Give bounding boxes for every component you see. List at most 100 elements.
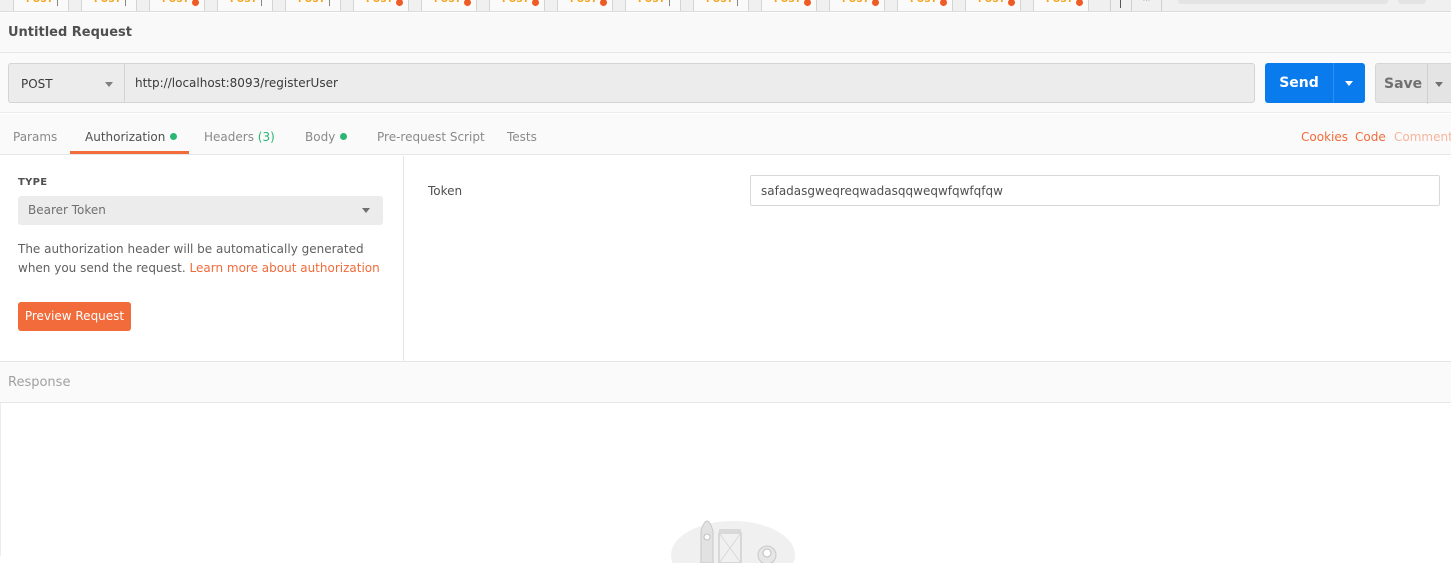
tab-separator bbox=[261, 0, 262, 6]
chevron-down-icon bbox=[362, 208, 370, 213]
unsaved-dot-icon bbox=[464, 0, 471, 6]
request-tab[interactable]: POST bbox=[761, 0, 817, 11]
request-tab[interactable]: POST bbox=[489, 0, 545, 11]
response-header: Response bbox=[0, 361, 1451, 403]
method-select[interactable]: POST bbox=[8, 63, 125, 103]
headers-count-badge: (3) bbox=[257, 130, 275, 144]
tab-params[interactable]: Params bbox=[13, 130, 57, 144]
new-tab-button[interactable] bbox=[1110, 0, 1132, 11]
send-options-chevron-icon[interactable] bbox=[1345, 81, 1353, 86]
request-tab-strip: POST POST POST POST POST POST POST POST POST POST… bbox=[0, 0, 1451, 12]
request-tab-method: POST bbox=[502, 0, 529, 5]
status-dot-icon bbox=[170, 133, 178, 140]
unsaved-dot-icon bbox=[872, 0, 879, 6]
send-label: Send bbox=[1279, 75, 1319, 91]
request-tab[interactable]: POST bbox=[625, 0, 681, 11]
request-tab-method: POST bbox=[298, 0, 325, 5]
request-tab[interactable]: POST bbox=[965, 0, 1021, 11]
rocket-launch-icon bbox=[671, 520, 795, 563]
request-tab[interactable]: POST bbox=[217, 0, 273, 11]
request-tab[interactable]: POST bbox=[693, 0, 749, 11]
response-body bbox=[0, 403, 1451, 563]
more-tabs-button[interactable]: ··· bbox=[1132, 0, 1162, 11]
method-value: POST bbox=[21, 77, 53, 91]
request-tab-method: POST bbox=[978, 0, 1005, 5]
tab-headers[interactable]: Headers (3) bbox=[204, 130, 275, 144]
code-link[interactable]: Code bbox=[1355, 130, 1386, 144]
unsaved-dot-icon bbox=[804, 0, 811, 6]
unsaved-dot-icon bbox=[192, 0, 199, 6]
unsaved-dot-icon bbox=[600, 0, 607, 6]
auth-type-value: Bearer Token bbox=[28, 203, 106, 217]
unsaved-dot-icon bbox=[532, 0, 539, 6]
request-tab[interactable]: POST bbox=[81, 0, 137, 11]
save-options-chevron-icon[interactable] bbox=[1435, 82, 1443, 87]
request-tab[interactable]: POST bbox=[149, 0, 205, 11]
request-tab[interactable]: POST bbox=[421, 0, 477, 11]
status-dot-icon bbox=[340, 133, 348, 140]
request-tab-method: POST bbox=[570, 0, 597, 5]
preview-request-button[interactable]: Preview Request bbox=[18, 302, 131, 331]
token-value: safadasgweqreqwadasqqweqwfqwfqfqw bbox=[761, 184, 1003, 198]
request-tab-method: POST bbox=[434, 0, 461, 5]
tab-separator bbox=[737, 0, 738, 6]
request-tab[interactable]: POST bbox=[353, 0, 409, 11]
comments-link[interactable]: Comments bbox=[1394, 130, 1451, 144]
request-tab-method: POST bbox=[638, 0, 665, 5]
cookies-link[interactable]: Cookies bbox=[1301, 130, 1348, 144]
tab-separator bbox=[125, 0, 126, 6]
save-divider bbox=[1427, 64, 1428, 104]
learn-more-link[interactable]: Learn more about authorization bbox=[190, 261, 380, 275]
chevron-down-icon bbox=[105, 82, 113, 87]
request-tab[interactable]: POST bbox=[829, 0, 885, 11]
send-divider bbox=[1333, 63, 1334, 103]
tab-body[interactable]: Body bbox=[305, 130, 348, 144]
request-tab[interactable]: POST bbox=[897, 0, 953, 11]
environment-quick-look-button[interactable] bbox=[1398, 0, 1426, 4]
tab-separator bbox=[669, 0, 670, 6]
unsaved-dot-icon bbox=[396, 0, 403, 6]
token-label: Token bbox=[428, 184, 463, 198]
request-tab[interactable]: POST bbox=[557, 0, 613, 11]
unsaved-dot-icon bbox=[940, 0, 947, 6]
auth-type-pane: TYPE Bearer Token The authorization head… bbox=[0, 156, 404, 361]
request-tab[interactable]: POST bbox=[285, 0, 341, 11]
request-tab-method: POST bbox=[94, 0, 121, 5]
response-title: Response bbox=[8, 375, 71, 390]
request-tab-method: POST bbox=[706, 0, 733, 5]
tab-authorization-label: Authorization bbox=[85, 130, 166, 144]
request-tab-method: POST bbox=[162, 0, 189, 5]
plus-icon bbox=[1120, 0, 1121, 8]
request-title[interactable]: Untitled Request bbox=[8, 25, 132, 40]
request-tab[interactable]: POST bbox=[1033, 0, 1089, 11]
save-button[interactable]: Save bbox=[1375, 63, 1451, 104]
request-tab-method: POST bbox=[230, 0, 257, 5]
send-button[interactable]: Send bbox=[1265, 63, 1365, 103]
request-tab[interactable]: POST bbox=[13, 0, 69, 11]
tab-authorization[interactable]: Authorization bbox=[85, 130, 178, 144]
url-input[interactable]: http://localhost:8093/registerUser bbox=[124, 63, 1255, 103]
tab-separator bbox=[329, 0, 330, 6]
request-tab-method: POST bbox=[774, 0, 801, 5]
request-section-tabs: Params Authorization Headers (3) Body Pr… bbox=[0, 114, 1451, 155]
environment-selector[interactable] bbox=[1178, 0, 1388, 4]
request-tab-method: POST bbox=[910, 0, 937, 5]
url-bar: POST http://localhost:8093/registerUser … bbox=[0, 53, 1451, 113]
url-value: http://localhost:8093/registerUser bbox=[135, 76, 338, 90]
request-tab-method: POST bbox=[366, 0, 393, 5]
auth-config-pane: Token safadasgweqreqwadasqqweqwfqwfqfqw bbox=[404, 156, 1451, 361]
unsaved-dot-icon bbox=[1008, 0, 1015, 6]
tab-headers-label: Headers bbox=[204, 130, 254, 144]
tab-body-label: Body bbox=[305, 130, 336, 144]
save-label: Save bbox=[1384, 76, 1423, 92]
active-tab-indicator bbox=[70, 151, 189, 154]
request-tab-method: POST bbox=[26, 0, 53, 5]
auth-type-select[interactable]: Bearer Token bbox=[18, 196, 383, 225]
request-tab-method: POST bbox=[1046, 0, 1073, 5]
request-tab-method: POST bbox=[842, 0, 869, 5]
tab-separator bbox=[57, 0, 58, 6]
tab-pre-request-script[interactable]: Pre-request Script bbox=[377, 130, 485, 144]
token-input[interactable]: safadasgweqreqwadasqqweqwfqwfqfqw bbox=[750, 175, 1440, 206]
tab-tests[interactable]: Tests bbox=[507, 130, 537, 144]
auth-type-label: TYPE bbox=[18, 177, 48, 188]
